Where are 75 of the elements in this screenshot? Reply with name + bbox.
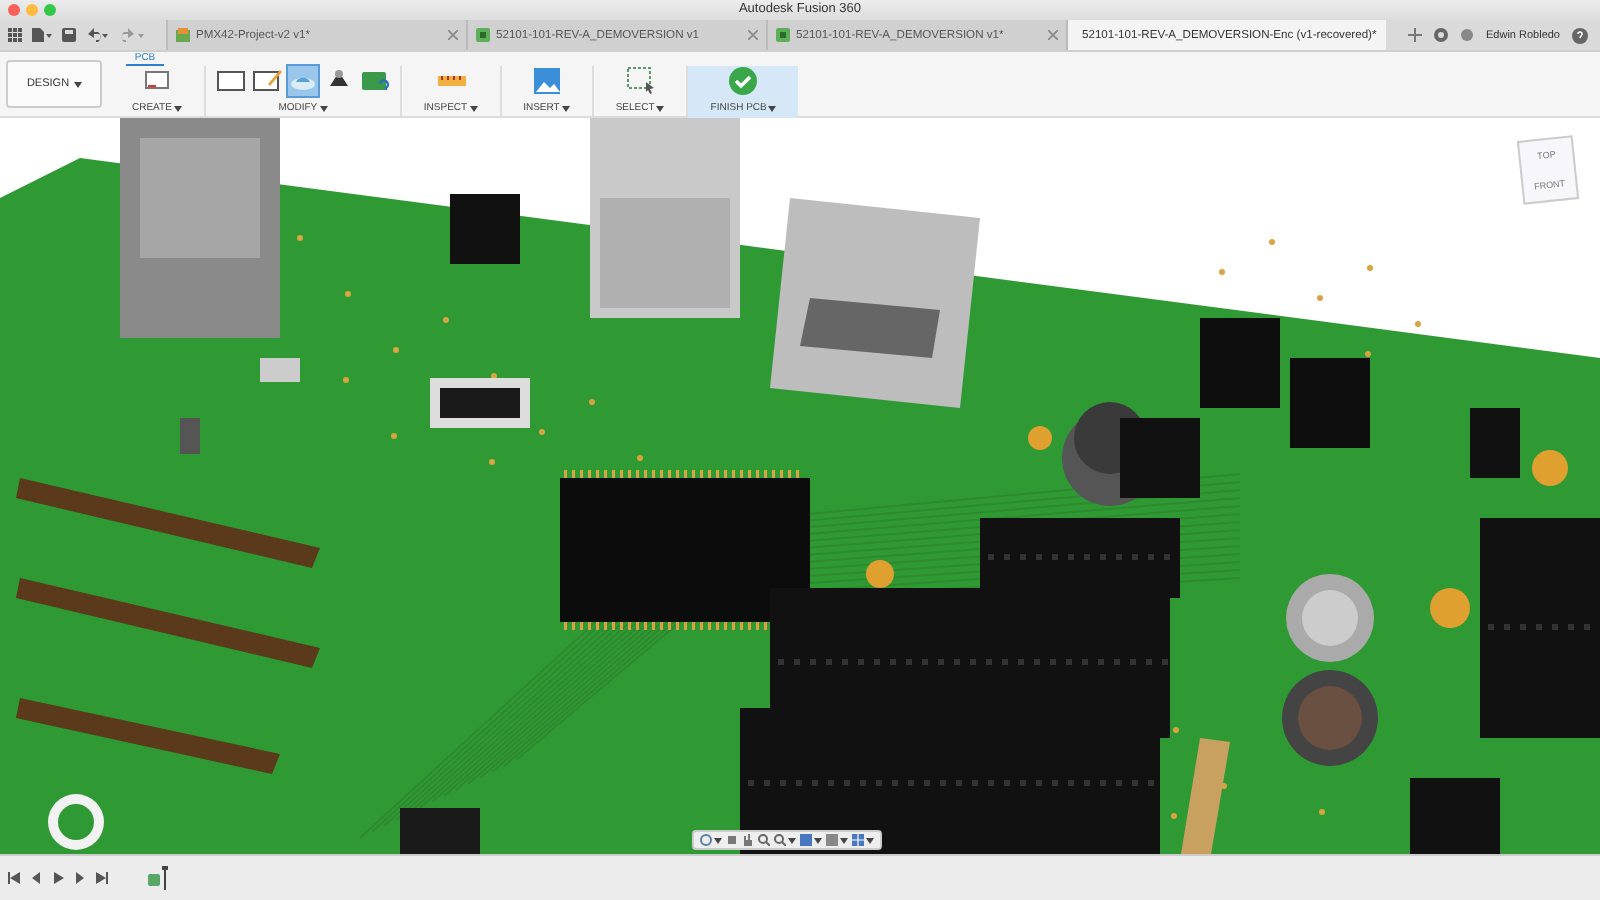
help-icon[interactable]	[1572, 27, 1588, 43]
save-icon[interactable]	[62, 28, 76, 42]
fit-button[interactable]	[774, 834, 796, 846]
mounting-hole	[1028, 426, 1052, 450]
ic-chip	[1290, 358, 1370, 448]
board-icon	[359, 66, 390, 96]
resistor	[1180, 738, 1230, 854]
caret-icon	[561, 105, 570, 111]
apps-grid-icon[interactable]	[8, 28, 22, 42]
ic-chip	[1200, 318, 1280, 408]
notification-icon[interactable]	[1460, 28, 1474, 42]
tool-button[interactable]	[215, 66, 246, 96]
add-tab-icon[interactable]	[1408, 28, 1422, 42]
mounting-hole	[1430, 588, 1470, 628]
inductor	[1282, 670, 1378, 766]
document-icon	[776, 27, 790, 43]
document-icon	[176, 27, 190, 43]
play-button[interactable]	[52, 872, 64, 884]
step-back-icon	[30, 872, 42, 884]
zoom-icon	[758, 834, 770, 846]
logo-ring	[48, 794, 104, 850]
grid-icon	[826, 834, 838, 846]
caret-icon	[866, 837, 874, 843]
document-icon	[476, 27, 490, 43]
ic-chip	[1120, 418, 1200, 498]
viewports-button[interactable]	[852, 834, 874, 846]
undo-icon[interactable]	[86, 28, 110, 42]
capacitor	[1286, 574, 1374, 662]
tool-button[interactable]	[625, 66, 656, 96]
previous-step-button[interactable]	[30, 872, 42, 884]
display-icon	[800, 834, 812, 846]
zoom-button[interactable]	[758, 834, 770, 846]
look-at-button[interactable]	[726, 834, 738, 846]
checkmark-icon	[728, 66, 759, 96]
pan-button[interactable]	[742, 834, 754, 846]
mounting-hole	[1532, 450, 1568, 486]
orbit-button[interactable]	[700, 834, 722, 846]
pencil-icon	[251, 66, 282, 96]
selection-box-icon	[625, 66, 656, 96]
ic-chip	[1470, 408, 1520, 478]
skip-back-icon	[8, 872, 20, 884]
caret-icon	[814, 837, 822, 843]
next-step-button[interactable]	[74, 872, 86, 884]
tool-button[interactable]	[251, 66, 282, 96]
caret-icon	[840, 837, 848, 843]
mounting-hole	[866, 560, 894, 588]
viewports-icon	[852, 834, 864, 846]
caret-icon	[173, 105, 182, 111]
ic-chip	[450, 194, 520, 264]
rectangle-icon	[215, 66, 246, 96]
orbit-icon	[700, 834, 712, 846]
skip-forward-icon	[96, 872, 108, 884]
grid-button[interactable]	[826, 834, 848, 846]
caret-icon	[319, 105, 328, 111]
timeline-feature-icon[interactable]	[148, 866, 168, 890]
display-settings-button[interactable]	[800, 834, 822, 846]
zoom-icon	[774, 834, 786, 846]
caret-icon	[768, 105, 777, 111]
button-part	[180, 418, 200, 454]
last-step-button[interactable]	[96, 872, 108, 884]
caret-icon	[73, 81, 82, 87]
sync-icon[interactable]	[1434, 28, 1448, 42]
smd-component	[260, 358, 300, 382]
file-icon[interactable]	[32, 28, 52, 42]
hand-icon	[742, 834, 754, 846]
image-icon	[531, 66, 562, 96]
look-at-icon	[726, 834, 738, 846]
caret-icon	[714, 837, 722, 843]
crystal	[430, 378, 530, 428]
caret-icon	[469, 105, 478, 111]
caret-icon	[656, 105, 665, 111]
caret-icon	[788, 837, 796, 843]
first-step-button[interactable]	[8, 872, 20, 884]
step-forward-icon	[74, 872, 86, 884]
play-icon	[52, 872, 64, 884]
